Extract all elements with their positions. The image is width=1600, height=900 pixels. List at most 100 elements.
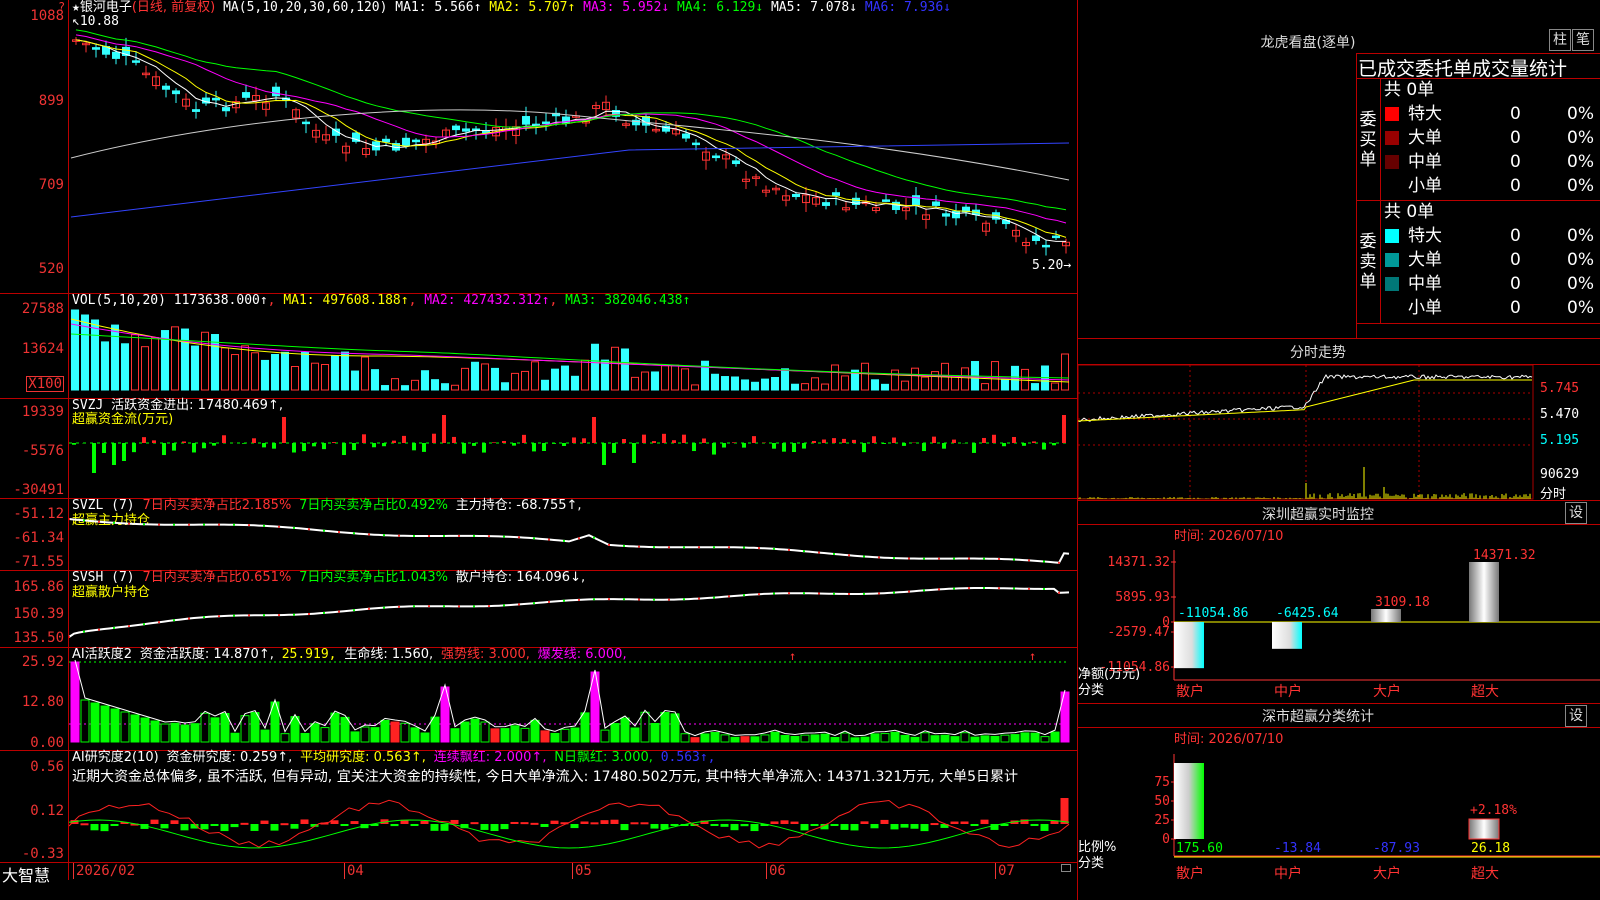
ai-research-bar <box>270 824 279 831</box>
indicator-dot <box>638 545 640 548</box>
volume-bar <box>581 359 589 391</box>
ai-research-chart[interactable] <box>69 751 1077 862</box>
ai-active-bar <box>500 728 510 743</box>
sz-monitor-bar <box>1272 622 1302 649</box>
sz-monitor-settings-button[interactable]: 设 <box>1565 502 1587 524</box>
ai-active-bar <box>210 717 220 743</box>
indicator-dot <box>863 592 865 595</box>
arrow-marker: ↑ <box>789 649 796 663</box>
volume-bar <box>401 385 409 391</box>
candle-body <box>1032 235 1040 242</box>
lhb-tick-button[interactable]: 笔 <box>1572 29 1594 51</box>
svzj-bar <box>652 441 656 443</box>
ai-research-bar <box>730 824 739 831</box>
indicator-dot <box>368 533 370 536</box>
volume-bar <box>661 365 669 391</box>
ai-research-bar <box>1060 798 1069 824</box>
ai-active-chart[interactable]: ↑ ↑ <box>69 648 1077 750</box>
indicator-dot <box>533 602 535 605</box>
lhb-bar-button[interactable]: 柱 <box>1549 29 1571 51</box>
volume-bar <box>711 373 719 391</box>
volume-bar <box>281 351 289 391</box>
svzj-bar <box>262 443 266 448</box>
svzj-bar <box>202 443 206 449</box>
indicator-dot <box>818 592 820 595</box>
svzj-bar <box>292 443 296 453</box>
indicator-dot <box>758 593 760 596</box>
indicator-dot <box>278 614 280 617</box>
lhb-row-num: 0 <box>1510 298 1521 318</box>
svzj-bar <box>852 439 856 443</box>
lhb-count: 共 0单 <box>1384 202 1435 222</box>
volume-bar <box>201 331 209 391</box>
volume-bar <box>831 364 839 391</box>
indicator-dot <box>293 613 295 616</box>
ai-active-bar <box>900 734 910 743</box>
volume-bar <box>841 375 849 391</box>
volume-chart[interactable] <box>69 294 1077 398</box>
sz-monitor-chart[interactable]: 14371.325895.930-2579.47-11054.86-11054.… <box>1078 540 1600 702</box>
svzj-bar <box>702 438 706 443</box>
svzj-chart[interactable] <box>69 399 1077 498</box>
main-chart-area[interactable]: ★银河电子(日线, 前复权) MA(5,10,20,30,60,120) MA1… <box>0 0 1078 900</box>
sz-monitor-ytick: 5895.93 <box>1115 590 1170 605</box>
svsh-chart[interactable] <box>69 571 1077 647</box>
volume-bar <box>111 324 119 391</box>
volume-bar <box>241 345 249 391</box>
svzj-bar <box>222 435 226 443</box>
color-swatch <box>1385 131 1399 145</box>
ma-line <box>75 39 1067 238</box>
ai-research-bar <box>280 823 289 826</box>
sz-monitor-title: 深圳超赢实时监控 <box>1262 507 1374 523</box>
ai-research-bar <box>260 820 269 824</box>
indicator-dot <box>833 592 835 595</box>
intraday-chart[interactable] <box>1078 365 1534 500</box>
ai-research-bar <box>160 824 169 829</box>
volume-bar <box>761 378 769 391</box>
sz-monitor-bar <box>1469 562 1499 622</box>
svzj-bar <box>282 417 286 443</box>
ai-research-bar <box>590 822 599 825</box>
volume-bar <box>671 364 679 391</box>
svzj-bar <box>192 443 196 453</box>
lhb-row-num: 0 <box>1510 152 1521 172</box>
indicator-dot <box>158 621 160 624</box>
svzj-bar <box>592 417 596 443</box>
volume-bar <box>1061 353 1069 391</box>
volume-bar <box>541 379 549 391</box>
volume-bar <box>911 367 919 391</box>
sz-class-settings-button[interactable]: 设 <box>1565 705 1587 727</box>
svzl-chart[interactable] <box>69 499 1077 570</box>
ai-active-bar <box>520 727 530 743</box>
ai-research-bar <box>740 824 749 827</box>
ai-research-bar <box>630 822 639 825</box>
price-chart[interactable] <box>69 0 1077 293</box>
ai-active-bar <box>780 734 790 743</box>
ai-research-bar <box>980 819 989 824</box>
indicator-dot <box>353 609 355 612</box>
ai-active-bar <box>230 732 240 743</box>
ai-active-bar <box>990 735 1000 743</box>
sz-class-category: 中户 <box>1274 865 1302 882</box>
svzj-bar <box>772 443 776 449</box>
candle-body <box>172 90 180 95</box>
indicator-dot <box>428 535 430 538</box>
volume-bar <box>1051 382 1059 391</box>
lhb-row-name: 大单 <box>1408 128 1442 148</box>
svzj-bar <box>892 437 896 443</box>
volume-bar <box>751 381 759 391</box>
sz-class-chart[interactable]: 75 50 25 0 +2.18% 175.60 -13.84 -87.93 26.18 散户 中户… <box>1078 744 1600 900</box>
indicator-dot <box>338 531 340 534</box>
ai-active-bar <box>720 734 730 743</box>
svzj-bar <box>552 443 556 444</box>
svzj-bar <box>302 443 306 452</box>
indicator-dot <box>323 611 325 614</box>
color-swatch <box>1385 229 1399 243</box>
sz-monitor-category: 超大 <box>1471 684 1499 700</box>
volume-bar <box>371 369 379 391</box>
ai-active-yaxis: 25.92 12.80 0.00 <box>21 654 64 751</box>
indicator-dot <box>203 616 205 619</box>
indicator-dot <box>203 523 205 526</box>
vol-ma1 <box>70 318 1070 383</box>
ai-research-bar <box>510 821 519 824</box>
